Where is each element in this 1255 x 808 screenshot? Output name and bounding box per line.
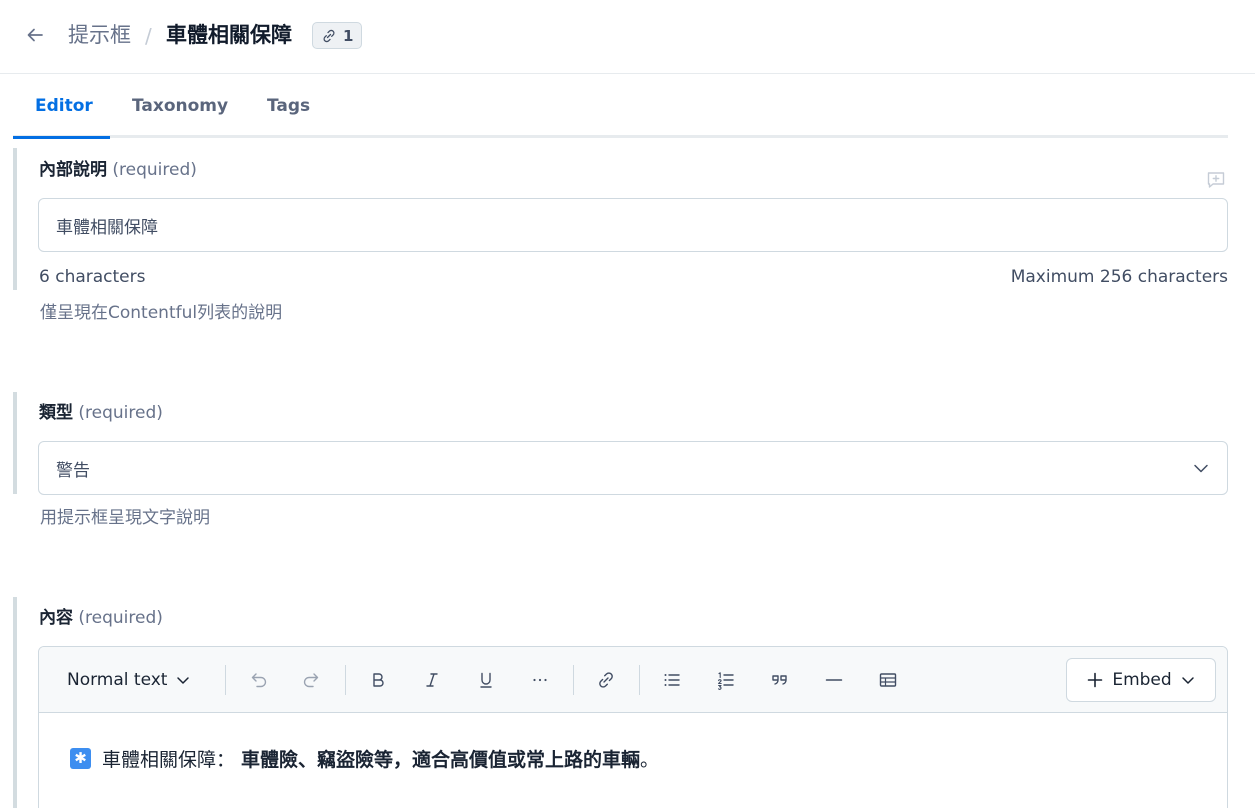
bullet-list-icon <box>664 674 680 686</box>
tab-editor[interactable]: Editor <box>35 86 93 138</box>
redo-icon <box>303 673 319 688</box>
undo-button[interactable] <box>243 664 275 696</box>
underline-icon <box>480 672 492 688</box>
field-help-text: 用提示框呈現文字說明 <box>40 508 210 528</box>
quote-button[interactable] <box>764 664 796 696</box>
underline-button[interactable] <box>470 664 502 696</box>
rich-text-toolbar: Normal text Embed <box>39 647 1227 713</box>
field-label-name: 內容 <box>39 608 73 628</box>
field-label: 類型 (required) <box>39 401 163 425</box>
breadcrumb-content-type[interactable]: 提示框 <box>68 21 131 49</box>
tab-taxonomy[interactable]: Taxonomy <box>132 86 228 138</box>
field-help-text: 僅呈現在Contentful列表的說明 <box>40 303 283 323</box>
more-formatting-icon <box>533 678 547 682</box>
field-type: 類型 (required) 警告 用提示框呈現文字說明 <box>13 392 1228 532</box>
content-prefix-text: 車體相關保障： <box>102 749 236 771</box>
field-label: 內容 (required) <box>39 606 163 630</box>
field-label: 內部說明 (required) <box>39 158 197 182</box>
breadcrumb-separator: / <box>145 24 152 48</box>
comment-plus-icon <box>1207 172 1225 188</box>
more-formatting-button[interactable] <box>524 664 556 696</box>
entry-title: 車體相關保障 <box>166 23 292 47</box>
add-comment-button[interactable] <box>1204 168 1228 192</box>
bold-button[interactable] <box>362 664 394 696</box>
max-character-count: Maximum 256 characters <box>1010 267 1228 287</box>
field-label-name: 內部說明 <box>39 160 107 180</box>
content-suffix-text: 。 <box>640 749 660 771</box>
table-icon <box>879 673 897 687</box>
table-button[interactable] <box>872 664 904 696</box>
type-select-value: 警告 <box>56 460 90 481</box>
toolbar-divider <box>573 665 574 695</box>
field-label-name: 類型 <box>39 403 73 423</box>
bold-icon <box>373 673 384 687</box>
toolbar-divider <box>639 665 640 695</box>
editor-tabs: Editor Taxonomy Tags <box>13 86 1228 139</box>
active-tab-indicator <box>13 136 110 139</box>
horizontal-rule-button[interactable] <box>818 664 850 696</box>
numbered-list-icon <box>718 672 734 690</box>
hyperlink-icon <box>599 672 613 688</box>
undo-icon <box>251 673 267 688</box>
field-required-label: (required) <box>78 608 163 628</box>
toolbar-divider <box>225 665 226 695</box>
references-badge[interactable]: 1 <box>312 22 362 49</box>
bullet-list-button[interactable] <box>656 664 688 696</box>
text-format-label: Normal text <box>67 670 168 690</box>
field-internal-description: 內部說明 (required) 車體相關保障 6 characters Maxi… <box>13 148 1228 328</box>
field-required-label: (required) <box>112 160 197 180</box>
rich-text-content[interactable]: ✱ 車體相關保障： 車體險、竊盜險等，適合高價值或常上路的車輛 。 <box>39 713 1227 772</box>
chevron-down-icon <box>1181 677 1194 684</box>
chevron-down-icon <box>177 677 190 684</box>
field-required-label: (required) <box>78 403 163 423</box>
field-focus-bar <box>13 392 17 494</box>
type-select[interactable]: 警告 <box>38 441 1228 495</box>
italic-button[interactable] <box>416 664 448 696</box>
horizontal-rule-icon <box>825 679 843 681</box>
italic-icon <box>426 673 438 687</box>
embed-dropdown-button[interactable]: Embed <box>1066 658 1216 702</box>
content-bold-text: 車體險、竊盜險等，適合高價值或常上路的車輛 <box>241 749 641 771</box>
tab-tags[interactable]: Tags <box>267 86 310 138</box>
numbered-list-button[interactable] <box>710 664 742 696</box>
text-format-dropdown[interactable]: Normal text <box>67 664 191 696</box>
redo-button[interactable] <box>295 664 327 696</box>
quote-icon <box>772 675 787 685</box>
entry-header: 提示框 / 車體相關保障 1 <box>0 0 1255 74</box>
hyperlink-button[interactable] <box>590 664 622 696</box>
field-focus-bar <box>13 597 17 808</box>
link-icon <box>323 29 335 42</box>
plus-icon <box>1088 672 1103 688</box>
references-count: 1 <box>343 26 354 45</box>
toolbar-divider <box>345 665 346 695</box>
embed-label: Embed <box>1112 670 1172 690</box>
internal-description-input[interactable]: 車體相關保障 <box>38 198 1228 252</box>
field-focus-bar <box>13 148 17 290</box>
chevron-down-icon <box>1194 464 1208 473</box>
back-button[interactable] <box>22 22 48 48</box>
asterisk-emoji-icon: ✱ <box>70 748 91 769</box>
rich-text-editor: Normal text Embed ✱ 車體相關保障： 車體險、竊盜險等，適合高… <box>38 646 1228 808</box>
character-count: 6 characters <box>39 267 146 287</box>
arrow-left-icon <box>27 28 43 42</box>
